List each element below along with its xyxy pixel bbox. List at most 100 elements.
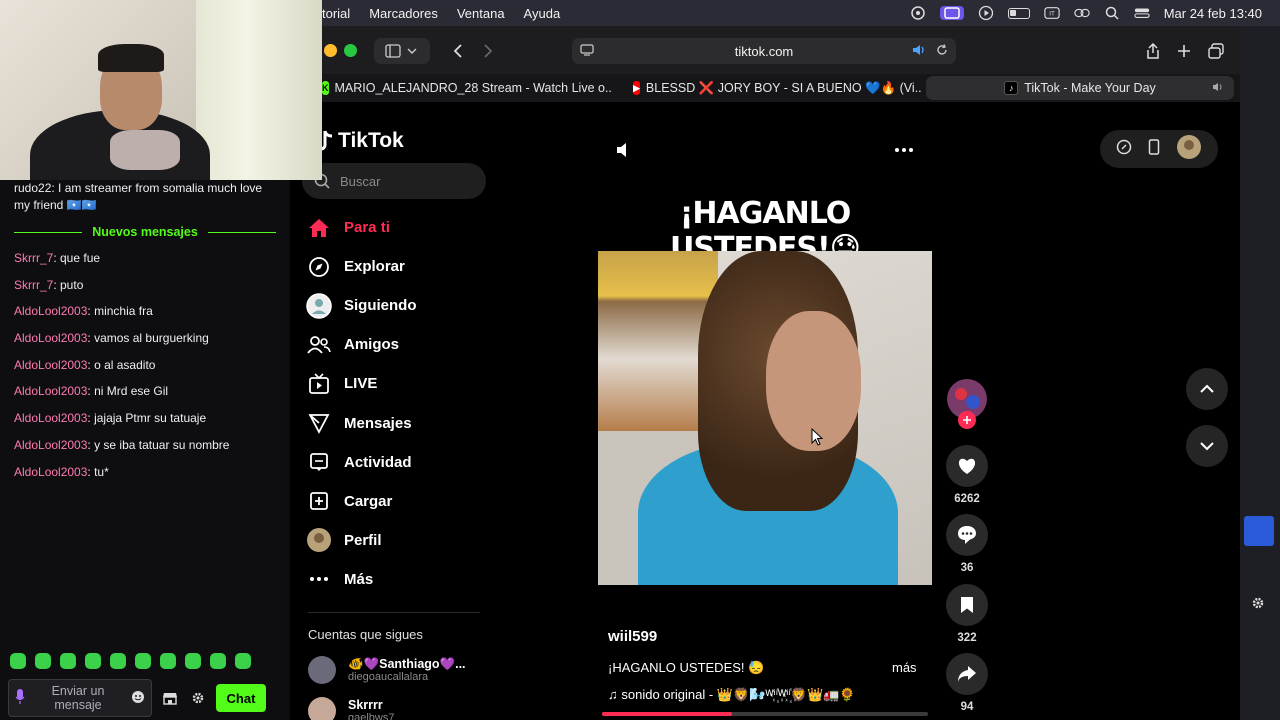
tab-overview-icon[interactable]: [1203, 38, 1229, 64]
menu-window[interactable]: Ventana: [457, 6, 505, 21]
emote-icon[interactable]: [135, 653, 151, 669]
chat-username[interactable]: Skrrr_7: [14, 278, 53, 292]
previous-video-button[interactable]: [1186, 368, 1228, 410]
chat-input[interactable]: Enviar un mensaje: [8, 679, 152, 717]
emoji-icon[interactable]: [131, 690, 145, 707]
author-avatar-button[interactable]: [946, 378, 988, 429]
battery-icon[interactable]: [1007, 7, 1030, 19]
emote-icon[interactable]: [160, 653, 176, 669]
audio-playing-icon[interactable]: [912, 44, 926, 59]
nav-upload[interactable]: Cargar: [306, 482, 486, 521]
chat-username[interactable]: AldoLool2003: [14, 358, 87, 372]
chat-first-message: rudo22: I am streamer from somalia much …: [14, 181, 263, 212]
emote-icon[interactable]: [60, 653, 76, 669]
settings-gear-icon[interactable]: [188, 688, 208, 708]
chat-username[interactable]: AldoLool2003: [14, 331, 87, 345]
nav-following[interactable]: Siguiendo: [306, 286, 486, 325]
link-icon[interactable]: [1074, 6, 1090, 20]
tiktok-logo[interactable]: TikTok: [316, 126, 404, 156]
comment-icon[interactable]: [946, 514, 988, 556]
following-account[interactable]: Skrrrr gaelbws7: [308, 697, 394, 720]
tab-kick-stream[interactable]: K MARIO_ALEJANDRO_28 Stream - Watch Live…: [322, 76, 612, 100]
emote-icon[interactable]: [210, 653, 226, 669]
emote-icon[interactable]: [110, 653, 126, 669]
save-action[interactable]: 322: [946, 584, 988, 644]
control-center-icon[interactable]: [1134, 6, 1150, 20]
chat-username[interactable]: AldoLool2003: [14, 438, 87, 452]
reload-icon[interactable]: [936, 43, 948, 59]
video-player[interactable]: [598, 251, 932, 585]
menu-history[interactable]: torial: [322, 6, 350, 21]
back-button[interactable]: [445, 38, 471, 64]
store-icon[interactable]: [160, 688, 180, 708]
share-action[interactable]: 94: [946, 653, 988, 713]
emote-icon[interactable]: [85, 653, 101, 669]
background-window-strip: [1240, 26, 1280, 720]
coins-icon[interactable]: [1116, 139, 1132, 160]
share-icon[interactable]: [1140, 38, 1166, 64]
chat-username[interactable]: AldoLool2003: [14, 304, 87, 318]
emote-icon[interactable]: [35, 653, 51, 669]
tiktok-logo-text: TikTok: [338, 129, 404, 152]
comment-action[interactable]: 36: [946, 514, 988, 574]
chat-username[interactable]: AldoLool2003: [14, 411, 87, 425]
search-icon[interactable]: [1104, 6, 1120, 20]
video-progress-bar[interactable]: [602, 712, 928, 716]
menubar-datetime[interactable]: Mar 24 feb 13:40: [1164, 6, 1262, 21]
follow-plus-icon[interactable]: [958, 411, 976, 429]
nav-explore[interactable]: Explorar: [306, 247, 486, 286]
nav-profile[interactable]: Perfil: [306, 521, 486, 560]
zoom-window-button[interactable]: [344, 44, 357, 57]
nav-more[interactable]: Más: [306, 560, 486, 599]
music-note-icon: ♫: [608, 687, 618, 702]
nav-label: Explorar: [344, 258, 405, 276]
nav-for-you[interactable]: Para ti: [306, 208, 486, 247]
menu-help[interactable]: Ayuda: [524, 6, 561, 21]
microphone-icon[interactable]: [15, 688, 25, 708]
emote-icon[interactable]: [185, 653, 201, 669]
copilot-icon[interactable]: [910, 6, 926, 20]
heart-icon[interactable]: [946, 445, 988, 487]
minimize-window-button[interactable]: [324, 44, 337, 57]
address-bar[interactable]: tiktok.com: [572, 38, 956, 64]
video-sound[interactable]: ♫ sonido original - 👑🦁🌬️ᵂⁱⁱ꙰ᵂⁱⁱ꙰🦁👑🚛🌻: [608, 685, 918, 703]
tab-youtube-video[interactable]: ▶ BLESSD ❌ JORY BOY - SI A BUENO 💙🔥 (Vi.…: [633, 76, 921, 100]
sidebar-toggle-button[interactable]: [374, 38, 430, 64]
following-account[interactable]: 🐠💜Santhiago💜... diegoaucallalara: [308, 656, 466, 684]
url-text[interactable]: tiktok.com: [735, 44, 794, 59]
emote-icon[interactable]: [235, 653, 251, 669]
caption-more-link[interactable]: más: [892, 660, 917, 675]
search-input[interactable]: Buscar: [302, 163, 486, 199]
nav-messages[interactable]: Mensajes: [306, 403, 486, 442]
nav-activity[interactable]: Actividad: [306, 443, 486, 482]
device-icon[interactable]: [1148, 138, 1160, 160]
user-avatar[interactable]: [1176, 134, 1202, 165]
screen-mirroring-icon[interactable]: [939, 6, 964, 20]
chat-message: AldoLool2003: y se iba tatuar su nombre: [0, 432, 290, 459]
chat-username[interactable]: AldoLool2003: [14, 384, 87, 398]
emote-icon[interactable]: [10, 653, 26, 669]
menu-bookmarks[interactable]: Marcadores: [369, 6, 438, 21]
share-arrow-icon[interactable]: [946, 653, 988, 695]
chat-username[interactable]: Skrrr_7: [14, 251, 53, 265]
video-options-icon[interactable]: [890, 140, 918, 160]
tab-audio-icon[interactable]: [1212, 81, 1224, 95]
forward-button[interactable]: [475, 38, 501, 64]
next-video-button[interactable]: [1186, 425, 1228, 467]
new-tab-icon[interactable]: [1171, 38, 1197, 64]
nav-live[interactable]: LIVE: [306, 364, 486, 403]
video-author[interactable]: wiil599: [608, 628, 657, 645]
send-chat-button[interactable]: Chat: [216, 684, 266, 712]
page-menu-icon[interactable]: [580, 43, 594, 59]
tab-tiktok[interactable]: ♪ TikTok - Make Your Day: [926, 76, 1234, 100]
input-source-icon[interactable]: IT: [1044, 6, 1060, 20]
account-handle: gaelbws7: [348, 711, 395, 720]
kick-favicon-icon: K: [322, 81, 329, 95]
chat-username[interactable]: AldoLool2003: [14, 465, 87, 479]
play-icon[interactable]: [978, 5, 994, 21]
app-menus: torial Marcadores Ventana Ayuda: [322, 0, 579, 26]
volume-icon[interactable]: [612, 138, 636, 162]
like-action[interactable]: 6262: [946, 445, 988, 505]
bookmark-icon[interactable]: [946, 584, 988, 626]
nav-friends[interactable]: Amigos: [306, 325, 486, 364]
